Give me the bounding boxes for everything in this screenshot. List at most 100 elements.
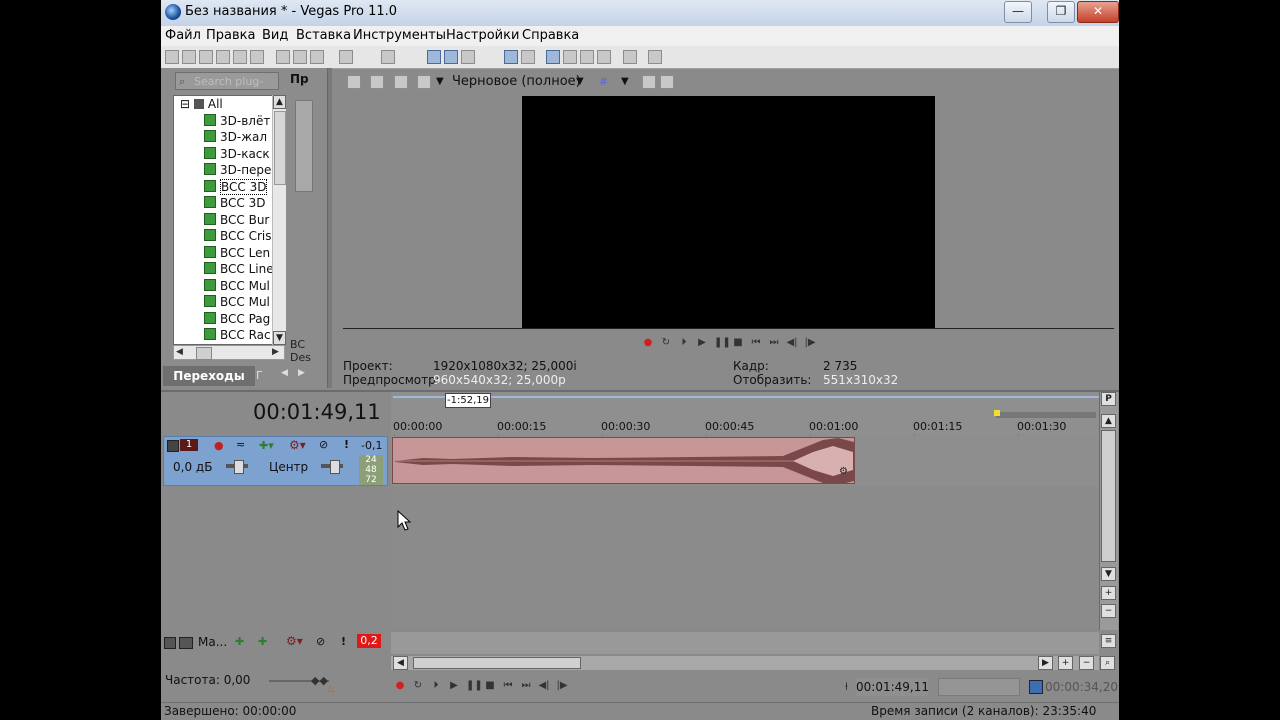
invert-phase-icon[interactable]: ≂ <box>236 438 245 451</box>
vscroll-thumb[interactable] <box>1101 430 1116 562</box>
tree-item[interactable]: BCC Line <box>204 261 274 277</box>
automation-icon[interactable]: ⚙▾ <box>289 438 306 452</box>
scroll-down-icon[interactable]: ▼ <box>273 331 286 345</box>
menu-insert[interactable]: Вставка <box>296 28 351 43</box>
pause-icon[interactable]: ❚❚ <box>714 337 731 348</box>
clip-fx-icon[interactable]: ⚙ <box>839 466 848 477</box>
plugin-search-input[interactable]: Search plug-ins <box>175 72 279 106</box>
mute-icon[interactable]: ⊘ <box>319 438 328 451</box>
redo-icon[interactable] <box>381 50 395 64</box>
hscroll-left-icon[interactable]: ◀ <box>393 656 408 670</box>
tab-scroll-right-icon[interactable]: ▶ <box>298 368 305 378</box>
help-cursor-icon[interactable] <box>623 50 637 64</box>
hscroll-thumb[interactable] <box>196 347 212 360</box>
pan-slider-thumb[interactable] <box>330 460 340 474</box>
go-to-start-icon[interactable]: ⏮ <box>750 337 762 348</box>
render-icon[interactable] <box>233 50 247 64</box>
zoom-out-vertical-icon[interactable]: − <box>1101 604 1116 618</box>
cut-icon[interactable] <box>276 50 290 64</box>
hscroll-right-icon[interactable]: ▶ <box>1038 656 1053 670</box>
plugin-tree-hscrollbar[interactable]: ◀ ▶ <box>173 345 285 360</box>
master-scroll-icon[interactable]: ≡ <box>1101 634 1116 648</box>
master-collapse-icon[interactable] <box>164 637 176 649</box>
solo-icon[interactable]: ! <box>344 438 349 451</box>
menu-options[interactable]: Настройки <box>446 28 519 43</box>
undo-icon[interactable] <box>339 50 353 64</box>
audio-track-header[interactable]: 1 ● ≂ ✚▾ ⚙▾ ⊘ ! -0,1 0,0 дБ Центр 24 48 … <box>163 436 388 486</box>
collapse-icon[interactable]: ⊟ <box>180 97 194 111</box>
external-monitor-icon[interactable] <box>370 75 384 89</box>
prev-frame-icon[interactable]: ◀| <box>786 337 798 348</box>
scroll-right-icon[interactable]: ▶ <box>272 347 279 357</box>
volume-slider-thumb[interactable] <box>234 460 244 474</box>
timeline-stop-icon[interactable]: ■ <box>484 680 496 692</box>
tree-item[interactable]: BCC Cris <box>204 228 272 244</box>
tree-item[interactable]: BCC Rac <box>204 327 271 343</box>
master-bus-icon[interactable] <box>179 637 193 649</box>
zoom-in-time-icon[interactable]: + <box>1058 656 1073 670</box>
open-icon[interactable] <box>182 50 196 64</box>
zoom-tool-icon[interactable]: ⌕ <box>1100 656 1115 670</box>
vscroll-up-icon[interactable]: ▲ <box>1101 414 1116 428</box>
timeline-play-icon[interactable]: ▶ <box>448 680 460 692</box>
zoom-out-time-icon[interactable]: − <box>1079 656 1094 670</box>
ignore-grouping-icon[interactable] <box>580 50 594 64</box>
timeline-end-icon[interactable]: ⏭ <box>520 680 532 692</box>
quality-dropdown-icon[interactable]: ▼ <box>576 76 584 87</box>
go-to-end-icon[interactable]: ⏭ <box>768 337 780 348</box>
cursor-position-value[interactable]: 00:01:49,11 <box>856 678 929 696</box>
plugin-tree-scrollbar[interactable]: ▲ ▼ <box>272 95 286 345</box>
tree-item[interactable]: 3D-жал <box>204 129 267 145</box>
menu-tools[interactable]: Инструменты <box>353 28 446 43</box>
tab-transitions[interactable]: Переходы <box>163 366 255 386</box>
save-as-icon[interactable] <box>216 50 230 64</box>
auto-ripple-icon[interactable] <box>546 50 560 64</box>
master-insert-fx-icon[interactable]: ✚ <box>258 635 267 648</box>
lock-envelopes-icon[interactable] <box>563 50 577 64</box>
tree-item[interactable]: BCC Bur <box>204 212 269 228</box>
selection-tool-icon[interactable] <box>461 50 475 64</box>
empty-timeline-area[interactable] <box>391 486 1099 628</box>
stop-icon[interactable]: ■ <box>732 337 744 348</box>
play-from-start-icon[interactable]: ⏵ <box>678 337 690 348</box>
tree-item[interactable]: 3D-влёт <box>204 113 270 129</box>
audio-clip[interactable]: ⚙ <box>392 437 855 484</box>
normal-edit-tool-icon[interactable] <box>427 50 441 64</box>
tree-item[interactable]: 3D-пере <box>204 162 271 178</box>
rate-slider-thumb[interactable]: ◆◆ <box>311 674 328 687</box>
envelope-tool-icon[interactable] <box>444 50 458 64</box>
arm-record-icon[interactable]: ● <box>214 439 224 452</box>
master-automation-icon[interactable]: ⚙▾ <box>286 634 303 648</box>
next-frame-icon[interactable]: |▶ <box>804 337 816 348</box>
menu-file[interactable]: Файл <box>165 28 201 43</box>
timeline-vertical-scrollbar[interactable]: P ▲ ▼ + − <box>1099 392 1118 630</box>
vscroll-down-icon[interactable]: ▼ <box>1101 567 1116 581</box>
timeline-pause-icon[interactable]: ❚❚ <box>466 680 483 692</box>
tree-item[interactable]: BCC 3D <box>204 178 268 195</box>
menu-edit[interactable]: Правка <box>206 28 255 43</box>
record-icon[interactable]: ● <box>642 337 654 348</box>
tree-item[interactable]: BCC Mul <box>204 294 270 310</box>
preview-quality-select[interactable]: Черновое (полное) <box>452 74 581 89</box>
master-solo-icon[interactable]: ! <box>341 635 346 648</box>
tree-item[interactable]: BCC Len <box>204 245 270 261</box>
auto-crossfade-icon[interactable] <box>521 50 535 64</box>
loop-icon[interactable]: ↻ <box>660 337 672 348</box>
track-collapse-icon[interactable] <box>167 440 179 452</box>
master-mute-icon[interactable]: ⊘ <box>316 635 325 648</box>
preview-properties-icon[interactable] <box>347 75 361 89</box>
save-snapshot-icon[interactable] <box>660 75 674 89</box>
hscroll-thumb-timeline[interactable] <box>413 657 581 669</box>
tree-item[interactable]: BCC Pag <box>204 311 270 327</box>
snapping-icon[interactable] <box>504 50 518 64</box>
master-fx-icon[interactable]: ✚ <box>235 635 244 648</box>
track-fx-icon[interactable]: ✚▾ <box>259 439 274 452</box>
overlays-dropdown-icon[interactable]: ▼ <box>621 76 629 87</box>
scroll-thumb[interactable] <box>274 111 286 185</box>
zoom-icon[interactable] <box>597 50 611 64</box>
marker-bar[interactable] <box>996 412 1096 418</box>
copy-snapshot-icon[interactable] <box>642 75 656 89</box>
new-project-icon[interactable] <box>165 50 179 64</box>
scroll-left-icon[interactable]: ◀ <box>176 347 183 357</box>
timeline-next-frame-icon[interactable]: |▶ <box>556 680 568 692</box>
